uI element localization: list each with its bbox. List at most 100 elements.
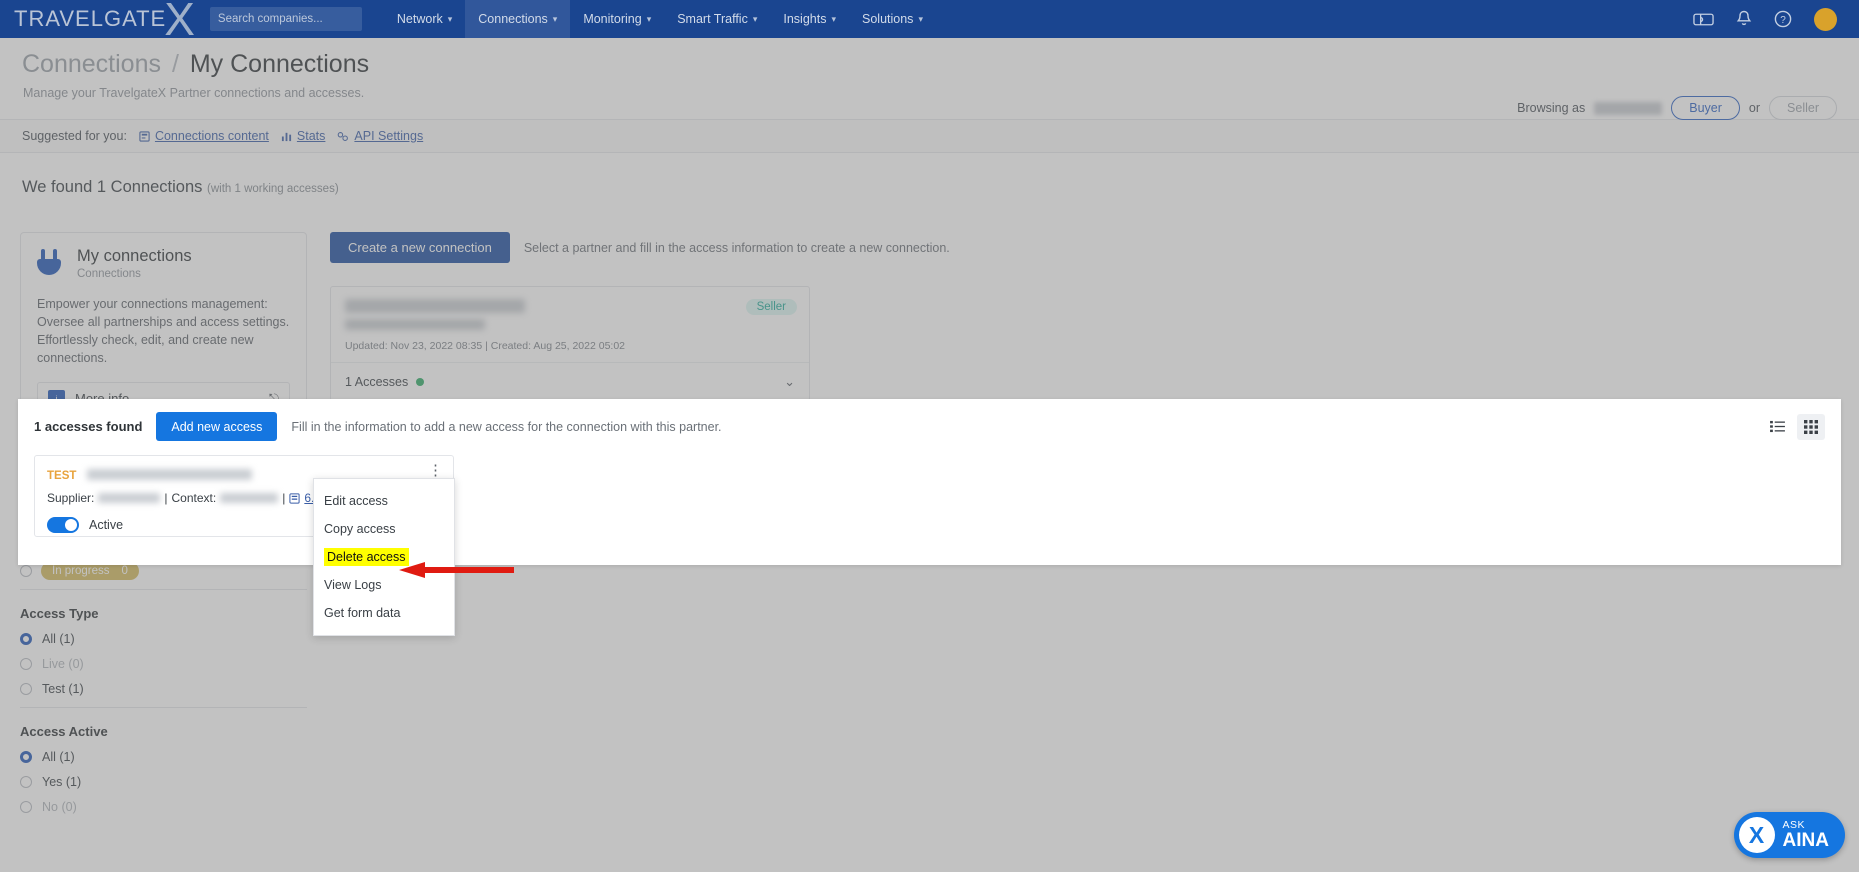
menu-item-copy-access[interactable]: Copy access: [314, 515, 454, 543]
chevron-down-icon: ▾: [918, 13, 923, 24]
chevron-down-icon[interactable]: ⌄: [784, 374, 795, 390]
radio-icon[interactable]: [20, 633, 32, 645]
create-connection-row: Create a new connection Select a partner…: [330, 232, 1330, 263]
grid-view-icon[interactable]: [1797, 413, 1825, 440]
radio-icon[interactable]: [20, 565, 32, 577]
suggested-link-label: Stats: [296, 129, 326, 143]
nav-items: Network ▾ Connections ▾ Monitoring ▾ Smart …: [384, 0, 936, 38]
topbar-actions: ?: [1693, 7, 1837, 31]
card-header: My connections Connections: [37, 247, 290, 283]
access-name: [86, 469, 252, 481]
view-toggle: [1763, 413, 1825, 440]
suggested-link-api-settings[interactable]: API Settings: [337, 129, 423, 143]
access-type-option-all[interactable]: All (1): [20, 632, 307, 646]
nav-label: Connections: [478, 12, 548, 26]
role-buyer-button[interactable]: Buyer: [1671, 96, 1740, 120]
svg-text:?: ?: [1780, 15, 1786, 26]
connection-dates: Updated: Nov 23, 2022 08:35 | Created: A…: [345, 340, 626, 352]
ticket-icon[interactable]: [1693, 12, 1714, 27]
role-seller-button[interactable]: Seller: [1769, 96, 1837, 120]
results-headline: We found 1 Connections (with 1 working a…: [22, 178, 339, 197]
connection-partner-sub: [345, 319, 485, 330]
travelgate-logo[interactable]: TRAVELGATE X: [14, 0, 196, 46]
radio-icon[interactable]: [20, 801, 32, 813]
nav-item-insights[interactable]: Insights ▾: [770, 0, 849, 38]
browsing-company-name: [1594, 101, 1663, 115]
radio-icon[interactable]: [20, 683, 32, 695]
nav-item-connections[interactable]: Connections ▾: [465, 0, 571, 38]
status-badge-count: 0: [121, 565, 128, 577]
version-icon: [289, 492, 300, 504]
active-label: Active: [89, 518, 124, 532]
suggested-link-connections-content[interactable]: Connections content: [139, 129, 269, 143]
api-settings-icon: [338, 131, 349, 141]
access-type-title: Access Type: [20, 606, 99, 621]
top-navigation-bar: TRAVELGATE X Network ▾ Connections ▾ Monit…: [0, 0, 1859, 46]
connection-card[interactable]: Seller Updated: Nov 23, 2022 08:35 | Cre…: [330, 286, 810, 401]
meta-separator: |: [282, 491, 286, 505]
menu-item-edit-access[interactable]: Edit access: [314, 487, 454, 515]
connection-card-header: Seller Updated: Nov 23, 2022 08:35 | Cre…: [331, 287, 809, 362]
access-type-option-live[interactable]: Live (0): [20, 657, 307, 671]
create-connection-hint: Select a partner and fill in the access …: [523, 240, 950, 255]
main-content: Create a new connection Select a partner…: [330, 232, 1330, 401]
nav-label: Solutions: [862, 12, 914, 26]
access-active-option-all[interactable]: All (1): [20, 750, 307, 764]
active-toggle[interactable]: [47, 517, 79, 533]
nav-item-monitoring[interactable]: Monitoring ▾: [570, 0, 664, 38]
option-label: All (1): [42, 750, 75, 764]
help-icon[interactable]: ?: [1774, 10, 1792, 28]
ask-aina-button[interactable]: X ASK AINA: [1733, 812, 1845, 858]
content-icon: [139, 130, 150, 142]
panel-header: 1 accesses found Add new access Fill in …: [18, 399, 1841, 441]
menu-item-delete-access[interactable]: Delete access: [324, 548, 409, 566]
breadcrumb: Connections / My Connections: [22, 50, 369, 79]
breadcrumb-separator: /: [171, 50, 179, 78]
nav-item-smart-traffic[interactable]: Smart Traffic ▾: [664, 0, 770, 38]
menu-item-get-form-data[interactable]: Get form data: [314, 599, 454, 627]
suggested-bar: Suggested for you: Connections content S…: [0, 120, 1859, 153]
plug-icon: [37, 249, 65, 283]
access-type-option-test[interactable]: Test (1): [20, 682, 307, 696]
chevron-down-icon: ▾: [552, 13, 558, 24]
panel-description: Fill in the information to add a new acc…: [291, 419, 722, 434]
access-menu-button[interactable]: ⋮: [428, 463, 443, 477]
breadcrumb-current: My Connections: [189, 50, 370, 78]
context-label: Context:: [171, 491, 217, 505]
chevron-down-icon: ▾: [447, 13, 453, 24]
search-input[interactable]: [209, 7, 362, 31]
access-type-label: TEST: [47, 470, 77, 482]
nav-label: Smart Traffic: [677, 12, 748, 26]
browsing-as: Browsing as Buyer or Seller: [1517, 96, 1837, 120]
divider: [20, 707, 307, 708]
access-active-option-no[interactable]: No (0): [20, 800, 307, 814]
logo-x-mark: X: [164, 0, 196, 46]
meta-separator: |: [164, 491, 168, 505]
bell-icon[interactable]: [1736, 10, 1752, 28]
nav-item-solutions[interactable]: Solutions ▾: [849, 0, 936, 38]
option-label: No (0): [42, 800, 77, 814]
suggested-link-label: Connections content: [154, 129, 269, 143]
card-subtitle: Connections: [77, 268, 141, 280]
aina-label: ASK AINA: [1783, 820, 1829, 851]
annotation-arrow-icon: [399, 562, 514, 578]
option-label: Test (1): [42, 682, 84, 696]
add-new-access-button[interactable]: Add new access: [156, 412, 278, 441]
suggested-link-stats[interactable]: Stats: [281, 129, 326, 143]
aina-line1: ASK: [1782, 818, 1806, 831]
logo-text: TRAVELGATE: [14, 6, 167, 31]
create-new-connection-button[interactable]: Create a new connection: [330, 232, 510, 263]
nav-item-network[interactable]: Network ▾: [384, 0, 465, 38]
connection-accesses-row[interactable]: 1 Accesses ⌄: [331, 362, 809, 400]
access-active-option-yes[interactable]: Yes (1): [20, 775, 307, 789]
radio-icon[interactable]: [20, 751, 32, 763]
page-subtitle: Manage your TravelgateX Partner connecti…: [23, 86, 365, 100]
avatar[interactable]: [1814, 7, 1837, 31]
radio-icon[interactable]: [20, 658, 32, 670]
card-description: Empower your connections management: Ove…: [37, 297, 290, 366]
radio-icon[interactable]: [20, 776, 32, 788]
status-badge-label: In progress: [52, 565, 110, 577]
supplier-value: [98, 493, 161, 503]
breadcrumb-parent[interactable]: Connections: [22, 50, 161, 78]
list-view-icon[interactable]: [1763, 414, 1791, 440]
